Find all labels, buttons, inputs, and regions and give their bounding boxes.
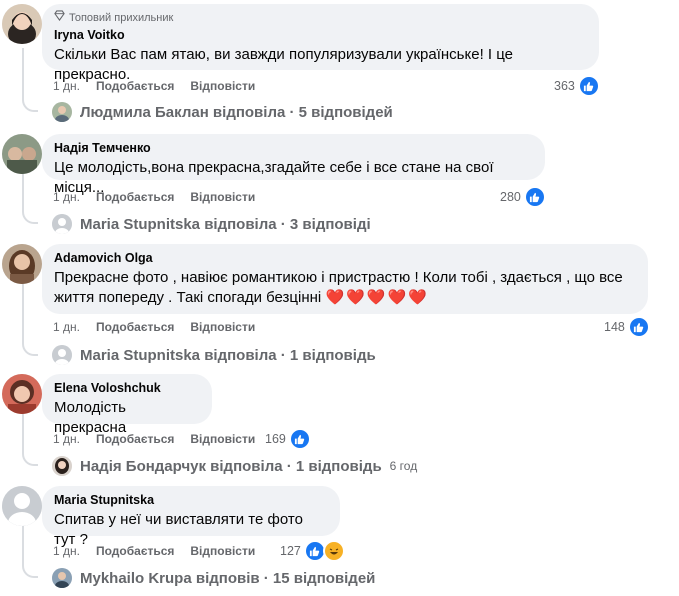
- avatar[interactable]: [2, 134, 42, 174]
- thread-elbow: [22, 96, 38, 112]
- thread-elbow: [22, 450, 38, 466]
- thread-elbow: [22, 208, 38, 224]
- comment-author[interactable]: Maria Stupnitska: [54, 492, 328, 508]
- comment-time[interactable]: 1 дн.: [53, 543, 80, 559]
- comment-author[interactable]: Adamovich Olga: [54, 250, 636, 266]
- reply-avatar: [52, 214, 72, 234]
- comment-actions: 1 дн. Подобається Відповісти: [53, 78, 271, 94]
- reply-button[interactable]: Відповісти: [190, 189, 255, 205]
- avatar[interactable]: [2, 4, 42, 44]
- comment-author[interactable]: Iryna Voitko: [54, 27, 587, 43]
- view-replies-link[interactable]: Maria Stupnitska відповіла · 1 відповідь: [52, 345, 376, 365]
- reply-avatar: [52, 456, 72, 476]
- comment-author[interactable]: Надія Темченко: [54, 140, 533, 156]
- comment-bubble: Надія Темченко Це молодість,вона прекрас…: [42, 134, 545, 196]
- reaction-count[interactable]: 127: [280, 540, 345, 562]
- reply-button[interactable]: Відповісти: [190, 431, 255, 447]
- comment-text-line: життя попереду . Такі спогади безцінні ❤…: [54, 289, 429, 306]
- like-icon: [523, 186, 546, 208]
- top-fan-icon: [54, 10, 65, 25]
- top-fan-badge: Топовий прихильник: [54, 10, 587, 25]
- comment-actions: 1 дн. Подобається Відповісти: [53, 431, 271, 447]
- comment-actions: 1 дн. Подобається Відповісти: [53, 189, 271, 205]
- reaction-count[interactable]: 363: [554, 75, 600, 97]
- like-button[interactable]: Подобається: [96, 431, 174, 447]
- view-replies-link[interactable]: Людмила Баклан відповіла · 5 відповідей: [52, 102, 393, 122]
- thread-line: [22, 414, 24, 450]
- avatar[interactable]: [2, 244, 42, 284]
- reaction-count[interactable]: 169: [265, 428, 311, 450]
- reply-avatar: [52, 345, 72, 365]
- thread-line: [22, 174, 24, 210]
- like-button[interactable]: Подобається: [96, 319, 174, 335]
- reply-button[interactable]: Відповісти: [190, 78, 255, 94]
- comment-actions: 1 дн. Подобається Відповісти: [53, 543, 271, 559]
- avatar[interactable]: [2, 374, 42, 414]
- like-button[interactable]: Подобається: [96, 189, 174, 205]
- comment-text-line: Прекрасне фото , навіює романтикою і при…: [54, 269, 623, 286]
- comment-time[interactable]: 1 дн.: [53, 319, 80, 335]
- like-button[interactable]: Подобається: [96, 78, 174, 94]
- comment-bubble: Adamovich Olga Прекрасне фото , навіює р…: [42, 244, 648, 314]
- reply-avatar: [52, 568, 72, 588]
- like-icon: [627, 316, 650, 338]
- view-replies-link[interactable]: Maria Stupnitska відповіла · 3 відповіді: [52, 214, 371, 234]
- reply-avatar: [52, 102, 72, 122]
- thread-elbow: [22, 562, 38, 578]
- view-replies-link[interactable]: Надія Бондарчук відповіла · 1 відповідь …: [52, 456, 417, 476]
- reaction-count[interactable]: 148: [604, 316, 650, 338]
- thread-elbow: [22, 340, 38, 356]
- comment-bubble: Maria Stupnitska Спитав у неї чи виставл…: [42, 486, 340, 548]
- view-replies-link[interactable]: Mykhailo Krupa відповів · 15 відповідей: [52, 568, 375, 588]
- comment-actions: 1 дн. Подобається Відповісти: [53, 319, 271, 335]
- reply-button[interactable]: Відповісти: [190, 543, 255, 559]
- thread-line: [22, 526, 24, 562]
- like-button[interactable]: Подобається: [96, 543, 174, 559]
- thread-line: [22, 284, 24, 340]
- comment-text: Прекрасне фото , навіює романтикою і при…: [54, 268, 636, 308]
- haha-icon: [322, 540, 345, 562]
- like-icon: [577, 75, 600, 97]
- comment-time[interactable]: 1 дн.: [53, 431, 80, 447]
- comment-bubble: Топовий прихильник Iryna Voitko Скільки …: [42, 4, 599, 83]
- avatar[interactable]: [2, 486, 42, 526]
- heart-emoji: ❤️❤️❤️❤️❤️: [325, 289, 429, 306]
- comment-bubble: Elena Voloshchuk Молодість прекрасна: [42, 374, 212, 436]
- comment-time[interactable]: 1 дн.: [53, 189, 80, 205]
- reaction-count[interactable]: 280: [500, 186, 546, 208]
- reply-button[interactable]: Відповісти: [190, 319, 255, 335]
- comment-author[interactable]: Elena Voloshchuk: [54, 380, 200, 396]
- like-icon: [288, 428, 311, 450]
- thread-line: [22, 48, 24, 98]
- replies-time: 6 год: [389, 459, 418, 473]
- comment-time[interactable]: 1 дн.: [53, 78, 80, 94]
